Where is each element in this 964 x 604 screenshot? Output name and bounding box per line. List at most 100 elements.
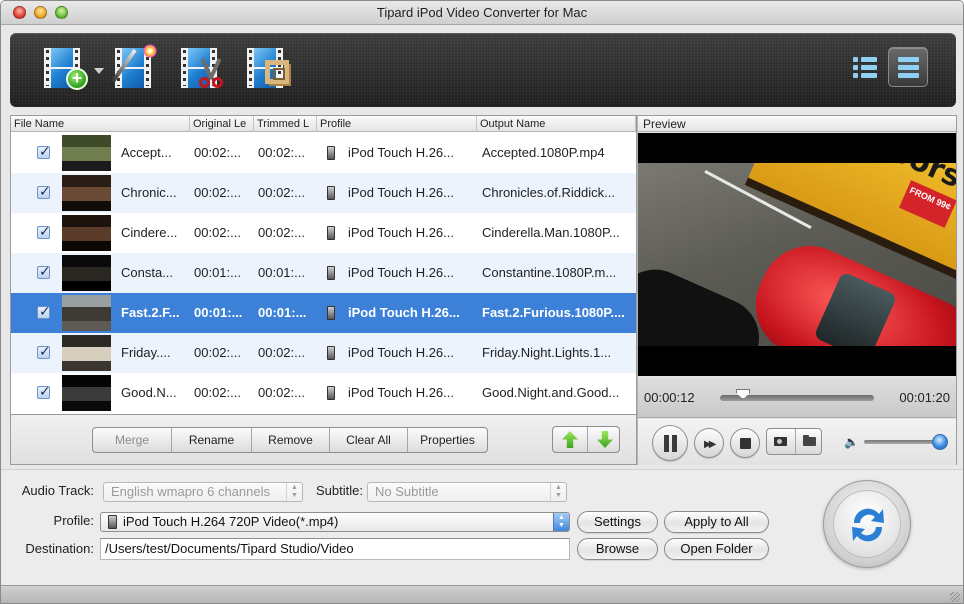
column-header-trimmed-length[interactable]: Trimmed L: [254, 116, 317, 132]
original-length: 00:02:...: [194, 225, 241, 240]
file-row[interactable]: Chronic... 00:02:... 00:02:... iPod Touch H…: [11, 173, 636, 213]
profile-name: iPod Touch H.26...: [348, 345, 454, 360]
add-video-button[interactable]: +: [44, 46, 104, 92]
convert-sync-icon: [852, 508, 884, 542]
minimize-window-button[interactable]: [34, 6, 47, 19]
original-length: 00:02:...: [194, 385, 241, 400]
ipod-icon: [327, 146, 335, 160]
pause-button[interactable]: [652, 425, 688, 461]
volume-slider-thumb[interactable]: [932, 434, 948, 450]
remove-button[interactable]: Remove: [251, 428, 329, 452]
file-row[interactable]: Cindere... 00:02:... 00:02:... iPod Touch H…: [11, 213, 636, 253]
clear-all-button[interactable]: Clear All: [329, 428, 407, 452]
row-checkbox[interactable]: [37, 141, 51, 161]
original-length: 00:01:...: [194, 265, 241, 280]
file-row[interactable]: Accept... 00:02:... 00:02:... iPod Touch H.…: [11, 133, 636, 173]
ipod-icon: [327, 306, 335, 320]
destination-label: Destination:: [25, 541, 94, 556]
column-header-output-name[interactable]: Output Name: [477, 116, 636, 132]
output-name[interactable]: Constantine.1080P.m...: [482, 253, 634, 293]
file-list-rows: Accept... 00:02:... 00:02:... iPod Touch H.…: [11, 133, 636, 413]
file-row[interactable]: Consta... 00:01:... 00:01:... iPod Touch H.…: [11, 253, 636, 293]
profile-label: Profile:: [53, 513, 94, 528]
seek-slider[interactable]: [720, 389, 874, 401]
output-name[interactable]: Accepted.1080P.mp4: [482, 133, 634, 173]
convert-button[interactable]: [823, 480, 911, 568]
destination-input[interactable]: /Users/test/Documents/Tipard Studio/Vide…: [100, 538, 570, 560]
move-up-button[interactable]: [553, 427, 587, 452]
row-checkbox[interactable]: [37, 381, 51, 401]
column-header-profile[interactable]: Profile: [317, 116, 477, 132]
file-name: Accept...: [121, 145, 172, 160]
app-window: Tipard iPod Video Converter for Mac + Fi…: [0, 0, 964, 604]
snapshot-button[interactable]: [767, 429, 794, 454]
stop-icon: [740, 438, 751, 449]
move-down-button[interactable]: [587, 427, 621, 452]
fast-forward-icon: ▶▶: [704, 439, 717, 450]
trimmed-length: 00:02:...: [258, 345, 305, 360]
trimmed-length: 00:02:...: [258, 185, 305, 200]
video-thumbnail: [62, 255, 111, 291]
trimmed-length: 00:01:...: [258, 265, 305, 280]
volume-slider[interactable]: [864, 434, 948, 450]
reorder-group: [552, 426, 620, 453]
output-name[interactable]: Friday.Night.Lights.1...: [482, 333, 634, 373]
apply-to-all-button[interactable]: Apply to All: [664, 511, 769, 533]
ipod-icon: [327, 186, 335, 200]
file-row[interactable]: Fast.2.F... 00:01:... 00:01:... iPod Touch …: [11, 293, 636, 333]
merge-button[interactable]: Merge: [93, 428, 171, 452]
properties-button[interactable]: Properties: [407, 428, 487, 452]
open-snapshot-folder-button[interactable]: [795, 429, 822, 454]
file-list: File Name Original Le Trimmed L Profile …: [10, 115, 637, 415]
video-frame: ss! oors .com FROM 99¢: [638, 133, 956, 376]
edit-effect-button[interactable]: [109, 44, 165, 92]
audio-track-label: Audio Track:: [21, 483, 94, 498]
file-row[interactable]: Good.N... 00:02:... 00:02:... iPod Touch H.…: [11, 373, 636, 413]
resize-grip-icon[interactable]: [950, 592, 960, 602]
trim-button[interactable]: [181, 46, 231, 92]
column-header-file-name[interactable]: File Name: [11, 116, 190, 132]
close-window-button[interactable]: [13, 6, 26, 19]
seek-slider-thumb[interactable]: [736, 389, 751, 399]
preview-panel: Preview ss! oors .com FROM 99¢ 00:00:12 …: [637, 115, 957, 465]
folder-icon: [803, 435, 816, 446]
output-name[interactable]: Fast.2.Furious.1080P....: [482, 293, 634, 333]
output-name[interactable]: Good.Night.and.Good...: [482, 373, 634, 413]
open-folder-button[interactable]: Open Folder: [664, 538, 769, 560]
detail-view-button[interactable]: [888, 47, 928, 87]
list-view-button[interactable]: [844, 47, 884, 87]
rename-button[interactable]: Rename: [171, 428, 251, 452]
stop-button[interactable]: [730, 428, 760, 458]
select-stepper-icon: ▲ ▼: [286, 483, 302, 501]
row-checkbox[interactable]: [37, 221, 51, 241]
dropdown-arrow-icon[interactable]: [94, 68, 104, 74]
profile-select[interactable]: iPod Touch H.264 720P Video(*.mp4) ▲ ▼: [100, 512, 570, 532]
video-thumbnail: [62, 135, 111, 171]
fast-forward-button[interactable]: ▶▶: [694, 428, 724, 458]
subtitle-select[interactable]: No Subtitle ▲ ▼: [367, 482, 567, 502]
row-checkbox[interactable]: [37, 341, 51, 361]
output-name[interactable]: Chronicles.of.Riddick...: [482, 173, 634, 213]
green-arrow-up-icon: [562, 431, 578, 448]
video-thumbnail: [62, 175, 111, 211]
file-name: Fast.2.F...: [121, 305, 180, 320]
audio-track-select[interactable]: English wmapro 6 channels ▲ ▼: [103, 482, 303, 502]
settings-button[interactable]: Settings: [577, 511, 658, 533]
output-name[interactable]: Cinderella.Man.1080P...: [482, 213, 634, 253]
browse-button[interactable]: Browse: [577, 538, 658, 560]
ipod-icon: [108, 515, 117, 529]
original-length: 00:02:...: [194, 185, 241, 200]
video-thumbnail: [62, 335, 111, 371]
row-checkbox[interactable]: [37, 181, 51, 201]
original-length: 00:02:...: [194, 345, 241, 360]
crop-button[interactable]: [247, 46, 297, 92]
zoom-window-button[interactable]: [55, 6, 68, 19]
file-row[interactable]: Friday.... 00:02:... 00:02:... iPod Touch H…: [11, 333, 636, 373]
output-settings: Audio Track: English wmapro 6 channels ▲…: [1, 469, 963, 585]
row-checkbox[interactable]: [37, 261, 51, 281]
row-checkbox[interactable]: [37, 301, 51, 321]
video-thumbnail: [62, 215, 111, 251]
column-header-original-length[interactable]: Original Le: [190, 116, 254, 132]
file-name: Good.N...: [121, 385, 177, 400]
subtitle-label: Subtitle:: [316, 483, 363, 498]
